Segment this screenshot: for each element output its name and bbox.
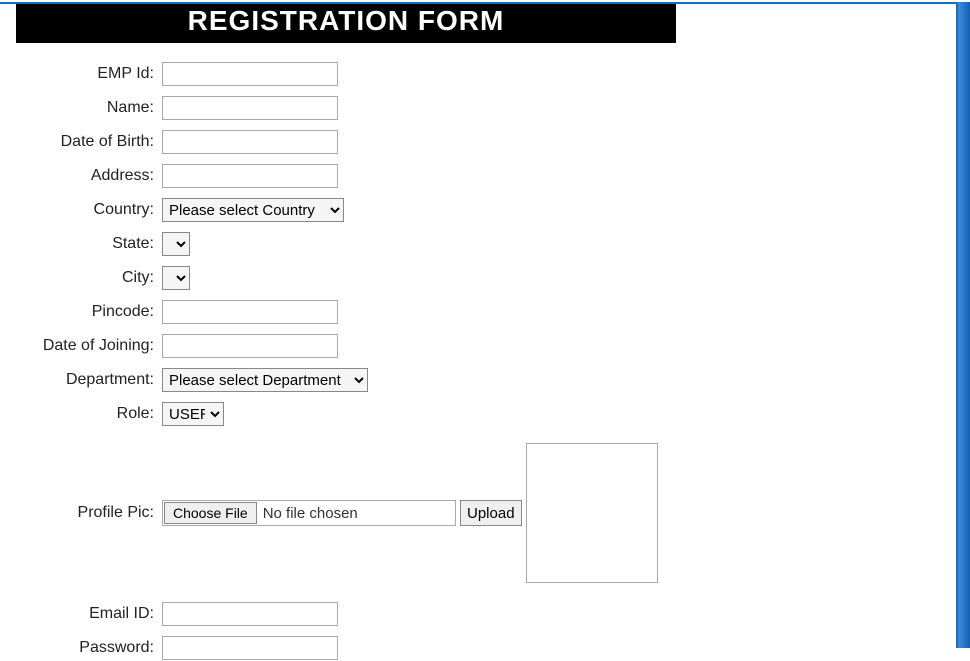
state-select[interactable] [162, 232, 190, 256]
role-select[interactable]: USER [162, 402, 224, 426]
emp-id-input[interactable] [162, 62, 338, 86]
city-label: City: [10, 269, 158, 287]
upload-button[interactable]: Upload [460, 500, 522, 526]
pincode-input[interactable] [162, 300, 338, 324]
state-label: State: [10, 235, 158, 253]
emp-id-label: EMP Id: [10, 65, 158, 83]
dob-label: Date of Birth: [10, 133, 158, 151]
window-border-right [958, 2, 970, 648]
doj-label: Date of Joining: [10, 337, 158, 355]
file-status-text: No file chosen [257, 505, 358, 522]
choose-file-button[interactable]: Choose File [164, 502, 257, 524]
page-title: REGISTRATION FORM [16, 2, 676, 43]
profile-pic-label: Profile Pic: [10, 504, 158, 522]
profile-pic-preview [526, 443, 658, 583]
address-label: Address: [10, 167, 158, 185]
email-label: Email ID: [10, 605, 158, 623]
password-input[interactable] [162, 636, 338, 660]
password-label: Password: [10, 639, 158, 657]
name-label: Name: [10, 99, 158, 117]
doj-input[interactable] [162, 334, 338, 358]
dob-input[interactable] [162, 130, 338, 154]
role-label: Role: [10, 405, 158, 423]
registration-form: EMP Id: Name: Date of Birth: Address: Co… [0, 43, 956, 661]
file-input-container[interactable]: Choose File No file chosen [162, 500, 456, 526]
country-select[interactable]: Please select Country [162, 198, 344, 222]
name-input[interactable] [162, 96, 338, 120]
email-input[interactable] [162, 602, 338, 626]
department-label: Department: [10, 371, 158, 389]
city-select[interactable] [162, 266, 190, 290]
address-input[interactable] [162, 164, 338, 188]
country-label: Country: [10, 201, 158, 219]
department-select[interactable]: Please select Department [162, 368, 368, 392]
pincode-label: Pincode: [10, 303, 158, 321]
